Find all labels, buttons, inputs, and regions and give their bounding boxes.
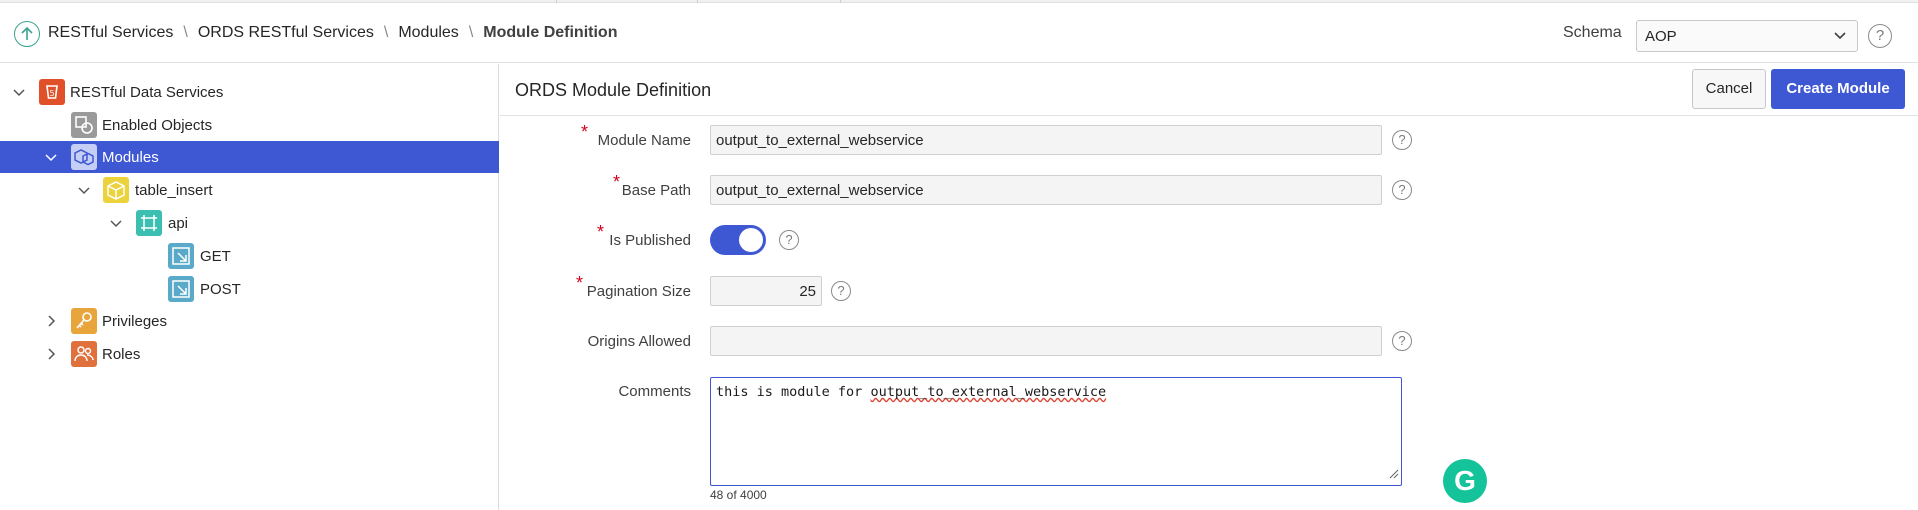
chevron-down-icon <box>1833 28 1847 46</box>
origins-allowed-input[interactable] <box>710 326 1382 356</box>
page-title: ORDS Module Definition <box>515 80 712 100</box>
module-tree: 5 RESTful Data Services Enabled Objects … <box>0 64 499 510</box>
comments-text-flagged: output_to_external_webservice <box>870 384 1107 400</box>
home-up-icon[interactable] <box>14 21 40 47</box>
tree-item-label: GET <box>200 248 231 265</box>
module-name-label: Module Name <box>597 132 691 149</box>
chevron-right-icon[interactable] <box>43 346 59 362</box>
tree-item-table-insert[interactable]: table_insert <box>0 174 499 206</box>
is-published-toggle[interactable] <box>710 225 766 255</box>
comments-label: Comments <box>618 383 691 400</box>
breadcrumb-modules[interactable]: Modules <box>398 24 458 42</box>
origins-allowed-label: Origins Allowed <box>587 333 691 350</box>
breadcrumb-separator: \ <box>468 24 474 41</box>
breadcrumb-separator: \ <box>383 24 389 41</box>
toggle-knob <box>739 228 763 252</box>
breadcrumb-module-definition: Module Definition <box>483 24 618 41</box>
tree-item-post[interactable]: POST <box>0 273 499 305</box>
breadcrumb-restful-services[interactable]: RESTful Services <box>48 24 173 42</box>
enabled-objects-icon <box>71 112 97 138</box>
is-published-label: Is Published <box>609 232 691 249</box>
comments-text: this is module for <box>716 384 871 400</box>
grammarly-icon[interactable]: G <box>1443 459 1487 503</box>
create-module-button[interactable]: Create Module <box>1771 69 1905 109</box>
modules-icon <box>71 144 97 170</box>
character-counter: 48 of 4000 <box>710 488 767 502</box>
schema-select[interactable]: AOP <box>1636 20 1858 52</box>
breadcrumb-ords-restful-services[interactable]: ORDS RESTful Services <box>198 24 374 42</box>
tree-item-label: Privileges <box>102 313 168 330</box>
tree-item-label: table_insert <box>135 182 213 199</box>
base-path-input[interactable]: output_to_external_webservice <box>710 175 1382 205</box>
tree-item-restful-data-services[interactable]: 5 RESTful Data Services <box>0 76 499 108</box>
get-handler-icon <box>168 243 194 269</box>
handler-icon <box>136 210 162 236</box>
post-handler-icon <box>168 276 194 302</box>
tree-item-enabled-objects[interactable]: Enabled Objects <box>0 109 499 141</box>
tree-item-label: POST <box>200 281 241 298</box>
tree-item-label: api <box>168 215 189 232</box>
breadcrumb-separator: \ <box>183 24 188 41</box>
chevron-down-icon[interactable] <box>11 84 27 100</box>
tree-item-modules[interactable]: Modules <box>0 141 499 173</box>
cancel-button[interactable]: Cancel <box>1692 69 1766 109</box>
svg-text:5: 5 <box>50 89 55 98</box>
resize-handle-icon[interactable] <box>1389 467 1399 483</box>
region-header: ORDS Module Definition Cancel Create Mod… <box>500 64 1918 116</box>
tree-item-label: Enabled Objects <box>102 117 213 134</box>
tree-item-api[interactable]: api <box>0 207 499 239</box>
top-header: RESTful Services \ ORDS RESTful Services… <box>0 3 1918 63</box>
chevron-down-icon[interactable] <box>76 182 92 198</box>
breadcrumb: RESTful Services \ ORDS RESTful Services… <box>48 24 617 42</box>
tree-item-get[interactable]: GET <box>0 240 499 272</box>
chevron-down-icon[interactable] <box>43 149 59 165</box>
privileges-icon <box>71 308 97 334</box>
chevron-right-icon[interactable] <box>43 313 59 329</box>
origins-allowed-help-icon[interactable]: ? <box>1392 331 1412 351</box>
tree-item-label: RESTful Data Services <box>70 84 224 101</box>
tree-item-roles[interactable]: Roles <box>0 338 499 370</box>
help-icon[interactable]: ? <box>1868 24 1892 48</box>
base-path-help-icon[interactable]: ? <box>1392 180 1412 200</box>
roles-icon <box>71 341 97 367</box>
template-icon <box>103 177 129 203</box>
comments-textarea[interactable]: this is module for output_to_external_we… <box>710 377 1402 486</box>
module-name-input[interactable]: output_to_external_webservice <box>710 125 1382 155</box>
pagination-size-input[interactable]: 25 <box>710 276 822 306</box>
tree-item-privileges[interactable]: Privileges <box>0 305 499 337</box>
schema-select-value: AOP <box>1645 28 1677 45</box>
tree-item-label: Modules <box>102 149 159 166</box>
restful-data-services-icon: 5 <box>39 79 65 105</box>
base-path-label: Base Path <box>621 182 691 199</box>
chevron-down-icon[interactable] <box>108 215 124 231</box>
pagination-size-label: Pagination Size <box>586 283 691 300</box>
module-name-help-icon[interactable]: ? <box>1392 130 1412 150</box>
tree-item-label: Roles <box>102 346 141 363</box>
schema-label: Schema <box>1563 24 1622 41</box>
pagination-size-help-icon[interactable]: ? <box>831 281 851 301</box>
is-published-help-icon[interactable]: ? <box>779 230 799 250</box>
